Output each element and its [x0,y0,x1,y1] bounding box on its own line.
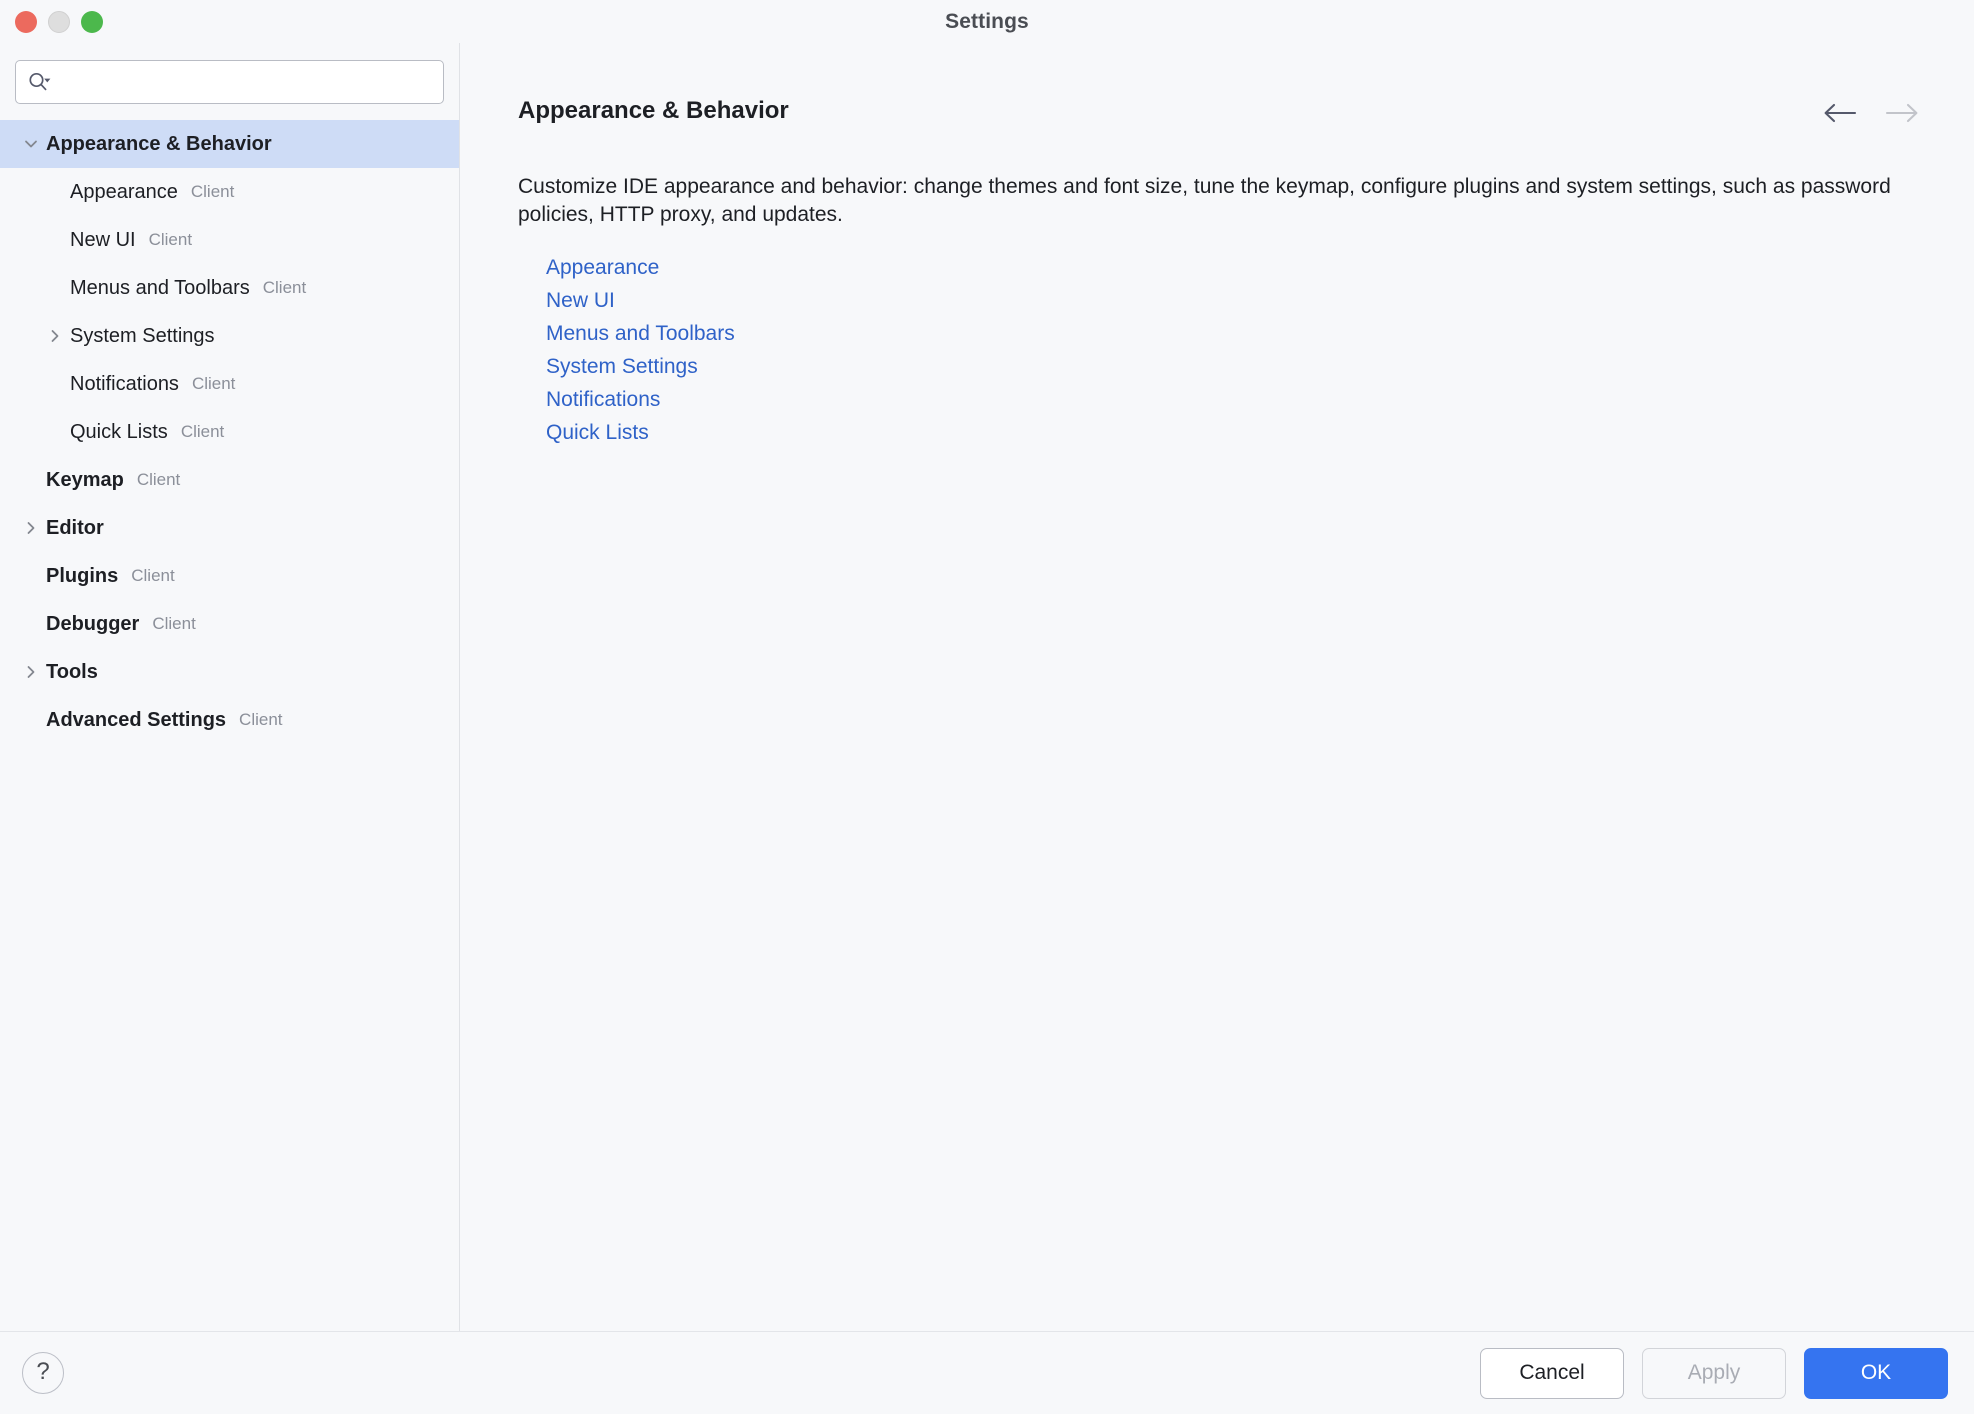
forward-arrow-icon[interactable] [1884,101,1920,130]
content-header: Appearance & Behavior [518,99,1920,130]
sidebar-item-label: Debugger [46,612,140,635]
ok-button[interactable]: OK [1804,1347,1948,1399]
sidebar-item-label: Appearance [70,180,178,203]
maximize-window-icon[interactable] [81,10,103,33]
dialog-body: Appearance & Behavior Appearance Client New… [0,43,1974,1332]
content-link-system-settings[interactable]: System Settings [546,355,698,379]
search-field[interactable] [15,60,444,104]
sidebar-item-tag: Client [191,374,236,393]
settings-tree: Appearance & Behavior Appearance Client New… [0,120,459,1331]
minimize-window-icon[interactable] [48,10,70,33]
settings-content-pane: Appearance & Behavior Customize IDE appe… [460,43,1974,1331]
sidebar-item-debugger[interactable]: Debugger Client [0,600,459,648]
search-container [0,43,459,120]
close-window-icon[interactable] [15,10,37,33]
sidebar-item-editor[interactable]: Editor [0,504,459,552]
sidebar-item-label: Advanced Settings [46,708,227,731]
chevron-right-icon[interactable] [40,327,70,345]
sidebar-item-tag: Client [180,422,225,441]
window-title: Settings [945,9,1029,33]
sidebar-item-label: Editor [46,516,104,539]
chevron-down-icon[interactable] [16,135,46,153]
navigation-arrows [1822,99,1920,130]
chevron-right-icon[interactable] [16,663,46,681]
help-button[interactable]: ? [22,1352,64,1394]
sidebar-item-keymap[interactable]: Keymap Client [0,456,459,504]
chevron-right-icon[interactable] [16,519,46,537]
sidebar-item-quick-lists[interactable]: Quick Lists Client [0,408,459,456]
sidebar-item-notifications[interactable]: Notifications Client [0,360,459,408]
content-link-appearance[interactable]: Appearance [546,256,659,280]
apply-button: Apply [1642,1347,1786,1399]
sidebar-item-tag: Client [239,710,283,729]
cancel-button[interactable]: Cancel [1480,1347,1624,1399]
search-input[interactable] [58,61,431,103]
sidebar-item-label: New UI [70,228,136,251]
content-link-new-ui[interactable]: New UI [546,289,615,313]
sidebar-item-label: Plugins [46,564,119,587]
sidebar-item-tag: Client [136,470,181,489]
sidebar-item-label: Appearance & Behavior [46,132,272,155]
page-description: Customize IDE appearance and behavior: c… [518,175,1891,226]
sidebar-item-appearance[interactable]: Appearance Client [0,168,459,216]
sidebar-item-new-ui[interactable]: New UI Client [0,216,459,264]
sidebar-item-label: Quick Lists [70,420,168,443]
title-bar: Settings [0,0,1974,43]
sidebar-item-label: Keymap [46,468,124,491]
sidebar-item-tools[interactable]: Tools [0,648,459,696]
traffic-light-group [15,10,103,33]
settings-sidebar: Appearance & Behavior Appearance Client New… [0,43,460,1331]
sidebar-item-tag: Client [262,278,307,297]
sidebar-item-label: Notifications [70,372,179,395]
sidebar-item-label: System Settings [70,324,215,347]
sidebar-item-label: Menus and Toolbars [70,276,250,299]
search-icon [28,72,52,92]
sidebar-item-advanced-settings[interactable]: Advanced Settings Client [0,696,459,744]
sidebar-item-system-settings[interactable]: System Settings [0,312,459,360]
content-link-notifications[interactable]: Notifications [546,388,660,412]
dialog-footer: ? Cancel Apply OK [0,1332,1974,1414]
back-arrow-icon[interactable] [1822,101,1858,130]
subsection-link-list: Appearance New UI Menus and Toolbars System… [518,256,1920,445]
content-link-menus-and-toolbars[interactable]: Menus and Toolbars [546,322,735,346]
sidebar-item-appearance-and-behavior[interactable]: Appearance & Behavior [0,120,459,168]
sidebar-item-tag: Client [152,614,196,633]
footer-button-row: Cancel Apply OK [1480,1347,1948,1399]
sidebar-item-label: Tools [46,660,98,683]
sidebar-item-menus-and-toolbars[interactable]: Menus and Toolbars Client [0,264,459,312]
settings-dialog: Settings Appearance & Behavior Appearanc… [0,0,1974,1414]
sidebar-item-tag: Client [190,182,235,201]
page-title: Appearance & Behavior [518,97,789,124]
sidebar-item-tag: Client [131,566,175,585]
sidebar-item-tag: Client [148,230,193,249]
sidebar-item-plugins[interactable]: Plugins Client [0,552,459,600]
content-link-quick-lists[interactable]: Quick Lists [546,421,649,445]
